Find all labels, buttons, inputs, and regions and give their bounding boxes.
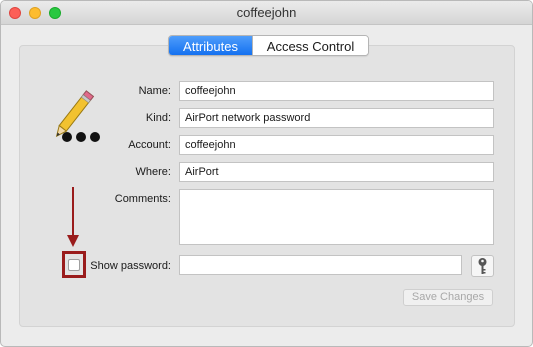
comments-field[interactable] (179, 189, 494, 245)
tab-attributes[interactable]: Attributes (169, 36, 252, 55)
account-label: Account: (128, 139, 171, 151)
where-field[interactable]: AirPort (179, 162, 494, 182)
key-button[interactable] (471, 255, 494, 277)
kind-label: Kind: (145, 112, 171, 124)
show-password-label: Show password: (90, 260, 171, 272)
save-changes-button[interactable]: Save Changes (403, 289, 493, 306)
window-title: coffeejohn (236, 5, 297, 20)
name-field[interactable]: coffeejohn (179, 81, 494, 101)
password-field[interactable] (179, 255, 462, 275)
kind-field[interactable]: AirPort network password (179, 108, 494, 128)
tab-access-control[interactable]: Access Control (252, 36, 368, 55)
red-down-arrow (67, 187, 79, 247)
key-icon (478, 258, 487, 274)
where-label: Where: (135, 166, 171, 178)
keychain-item-window: coffeejohn Attributes Access Control Nam… (0, 0, 533, 347)
tab-bar: Attributes Access Control (168, 35, 369, 56)
account-field[interactable]: coffeejohn (179, 135, 494, 155)
title-bar: coffeejohn (1, 1, 532, 25)
name-label: Name: (138, 85, 171, 97)
